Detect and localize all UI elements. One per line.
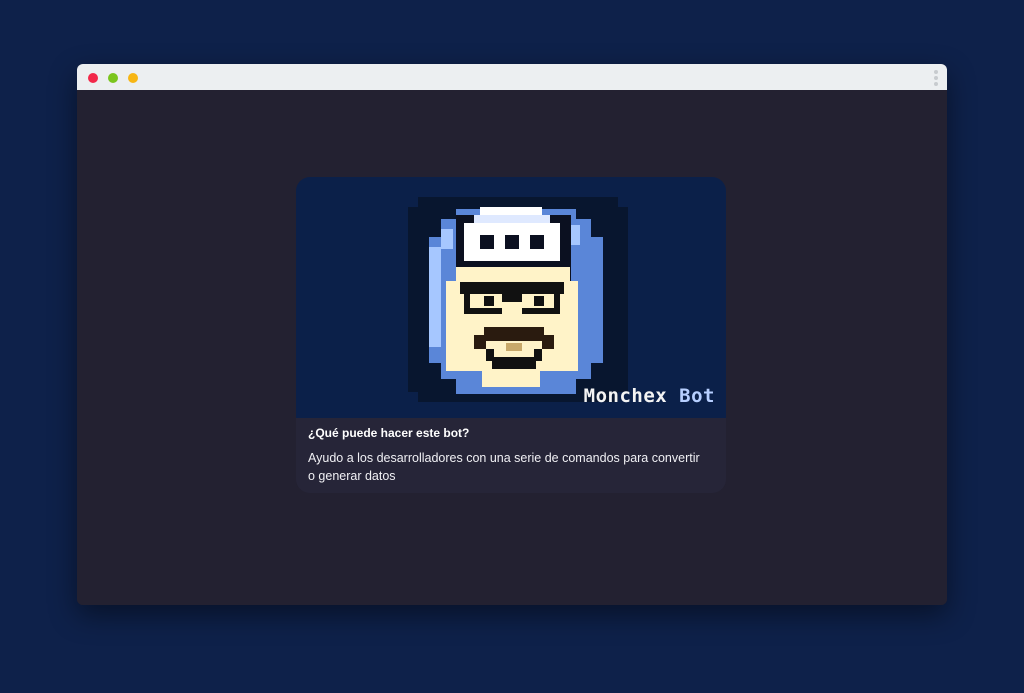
minimize-button[interactable] [108,73,118,83]
bot-banner-image: Monchex Bot [296,177,726,418]
chat-area: Monchex Bot ¿Qué puede hacer este bot? A… [77,90,947,605]
window-titlebar [77,64,947,90]
app-window: Monchex Bot ¿Qué puede hacer este bot? A… [77,64,947,605]
bot-logo-text: Monchex Bot [584,387,715,406]
bot-info-card: Monchex Bot ¿Qué puede hacer este bot? A… [296,177,726,493]
bot-logo-word-1: Monchex [583,385,668,407]
pixel-avatar-icon [408,197,628,402]
bot-info-body: ¿Qué puede hacer este bot? Ayudo a los d… [296,418,726,493]
kebab-menu-icon[interactable] [934,70,938,86]
bot-info-title: ¿Qué puede hacer este bot? [308,426,470,440]
bot-info-description: Ayudo a los desarrolladores con una seri… [308,451,700,483]
bot-logo-word-2: Bot [679,385,715,407]
maximize-button[interactable] [128,73,138,83]
close-button[interactable] [88,73,98,83]
